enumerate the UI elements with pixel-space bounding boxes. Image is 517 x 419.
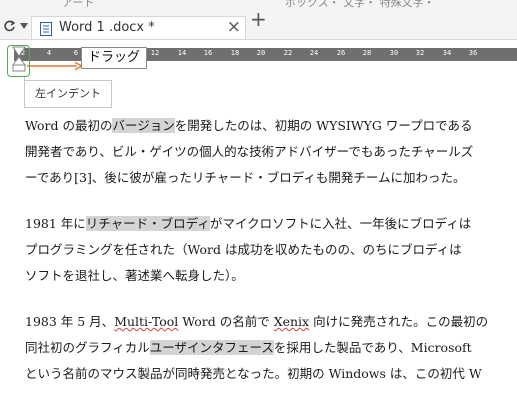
text-run: プログラミングを任された（Word は成功を収めたものの、のちにブロディは bbox=[25, 242, 462, 257]
ruler-tick: 12 bbox=[150, 49, 160, 57]
horizontal-ruler[interactable]: 2 4 6 8 10 12 14 16 18 20 22 24 26 28 30… bbox=[0, 40, 517, 61]
close-tab-icon[interactable]: × bbox=[227, 17, 241, 37]
ribbon-item-boxes[interactable]: ボックス・ 文字・ 特殊文字・ bbox=[285, 0, 435, 10]
ruler-tick: 14 bbox=[177, 49, 187, 57]
text-run: を開発したのは、初期の WYSIWYG ワープロである bbox=[174, 118, 473, 133]
text-run: 同社初のグラフィカル bbox=[25, 340, 150, 355]
text-run: Word の名前で bbox=[178, 314, 274, 329]
drag-arrow-icon bbox=[27, 62, 83, 70]
ribbon-item-art[interactable]: アート bbox=[62, 0, 94, 10]
paragraph-line: 1981 年にリチャード・ブロディがマイクロソフトに入社、一年後にブロディは bbox=[25, 215, 471, 233]
sync-icon[interactable] bbox=[3, 19, 16, 32]
ruler-tick: 34 bbox=[442, 49, 452, 57]
paragraph-line: 1983 年 5 月、Multi-Tool Word の名前で Xenix 向け… bbox=[25, 313, 488, 331]
spellcheck-underlined-text: Multi-Tool bbox=[114, 314, 179, 329]
paragraph-line: プログラミングを任された（Word は成功を収めたものの、のちにブロディは bbox=[25, 241, 462, 259]
ruler-tick: 28 bbox=[362, 49, 372, 57]
text-run: がマイクロソフトに入社、一年後にブロディは bbox=[209, 216, 472, 231]
drag-annotation: ドラッグ bbox=[81, 47, 148, 69]
paragraph-line: Word の最初のバージョンを開発したのは、初期の WYSIWYG ワープロであ… bbox=[25, 117, 473, 135]
document-tab-title: Word 1 .docx * bbox=[59, 20, 155, 35]
ruler-tick: 18 bbox=[230, 49, 240, 57]
spellcheck-underlined-text: Xenix bbox=[273, 314, 310, 329]
ruler-tick: 26 bbox=[336, 49, 346, 57]
ruler-tick: 4 bbox=[46, 49, 52, 57]
text-run: という名前のマウス製品が同時発売となった。初期の Windows は、この初代 … bbox=[25, 366, 482, 381]
highlighted-text: リチャード・ブロディ bbox=[85, 216, 210, 231]
left-indent-tooltip: 左インデント bbox=[24, 80, 112, 108]
document-tab-bar: Word 1 .docx * × + bbox=[0, 9, 517, 40]
ruler-tick: 20 bbox=[256, 49, 266, 57]
text-run: Word の最初の bbox=[25, 118, 113, 133]
ruler-tick: 36 bbox=[468, 49, 478, 57]
text-run: 1983 年 5 月、 bbox=[25, 314, 115, 329]
text-run: ソフトを退社し、著述業へ転身した）。 bbox=[25, 268, 244, 283]
paragraph-line: ーであり[3]、後に彼が雇ったリチャード・ブロディも開発チームに加わった。 bbox=[25, 169, 465, 187]
ruler-tick: 32 bbox=[415, 49, 425, 57]
ruler-tick: 24 bbox=[309, 49, 319, 57]
document-tab[interactable]: Word 1 .docx * × bbox=[31, 16, 246, 39]
text-run: を採用した製品であり、Microsoft bbox=[273, 340, 472, 355]
paragraph-line: ソフトを退社し、著述業へ転身した）。 bbox=[25, 267, 244, 285]
paragraph-line: という名前のマウス製品が同時発売となった。初期の Windows は、この初代 … bbox=[25, 365, 482, 383]
ruler-tick: 16 bbox=[203, 49, 213, 57]
text-run: 開発者であり、ビル・ゲイツの個人的な技術アドバイザーでもあったチャールズ bbox=[25, 144, 474, 159]
indent-highlight-frame bbox=[7, 45, 30, 77]
ruler-tick: 30 bbox=[389, 49, 399, 57]
text-run: ーであり[3]、後に彼が雇ったリチャード・ブロディも開発チームに加わった。 bbox=[25, 170, 466, 185]
ruler-tick: 22 bbox=[283, 49, 293, 57]
paragraph-line: 開発者であり、ビル・ゲイツの個人的な技術アドバイザーでもあったチャールズ bbox=[25, 143, 473, 161]
new-tab-button[interactable]: + bbox=[250, 9, 267, 29]
highlighted-text: ユーザインタフェース bbox=[149, 340, 274, 355]
paragraph-line: 同社初のグラフィカルユーザインタフェースを採用した製品であり、Microsoft bbox=[25, 339, 472, 357]
highlighted-text: バージョン bbox=[112, 118, 175, 133]
text-run: 1981 年に bbox=[25, 216, 86, 231]
word-document-icon bbox=[40, 22, 52, 36]
text-run: 向けに発売された。この最初の bbox=[309, 314, 489, 329]
chevron-down-icon[interactable] bbox=[20, 23, 28, 29]
